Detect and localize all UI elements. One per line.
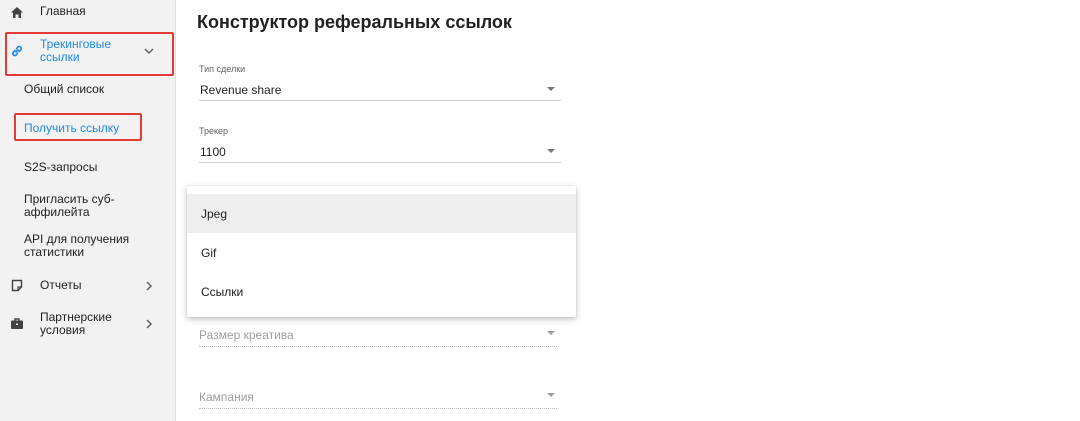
menu-option-gif[interactable]: Gif: [187, 233, 576, 272]
sidebar-item-tracking-links[interactable]: Трекинговые ссылки: [0, 34, 176, 74]
dropdown-arrow-icon: [547, 149, 555, 153]
deal-type-select[interactable]: Тип сделки Revenue share: [199, 62, 561, 102]
main-content: Конструктор реферальных ссылок Тип сделк…: [177, 0, 1080, 421]
chevron-right-icon: [143, 279, 155, 291]
creative-size-placeholder[interactable]: Размер креатива: [199, 328, 294, 342]
sidebar-subitem-invite-subaffiliate[interactable]: Пригласить суб-аффилейта: [24, 193, 134, 219]
home-icon: [10, 5, 24, 19]
sidebar-item-label: Трекинговые ссылки: [40, 37, 112, 64]
deal-type-label: Тип сделки: [199, 64, 246, 74]
tracker-select[interactable]: Трекер 1100: [199, 124, 561, 164]
sidebar-subitem-s2s[interactable]: S2S-запросы: [24, 161, 97, 174]
sidebar-subitem-api-stats[interactable]: API для получения статистики: [24, 233, 144, 259]
dropdown-arrow-icon: [547, 393, 555, 397]
campaign-placeholder[interactable]: Кампания: [199, 390, 254, 404]
menu-option-jpeg[interactable]: Jpeg: [187, 194, 576, 233]
briefcase-icon: [10, 316, 24, 330]
menu-option-links[interactable]: Ссылки: [187, 272, 576, 311]
sidebar-subitem-general-list[interactable]: Общий список: [24, 83, 104, 96]
dropdown-arrow-icon: [547, 87, 555, 91]
field-underline: [199, 408, 557, 409]
sidebar: Главная Трекинговые ссылки Общий список …: [0, 0, 176, 421]
report-icon: [10, 278, 24, 292]
page-title: Конструктор реферальных ссылок: [197, 12, 512, 32]
sidebar-item-home[interactable]: Главная: [0, 4, 176, 20]
field-underline: [199, 162, 561, 163]
sidebar-item-label: Главная: [40, 4, 86, 18]
sidebar-item-label: Отчеты: [40, 278, 82, 292]
creative-type-dropdown-menu: Jpeg Gif Ссылки: [187, 186, 576, 317]
deal-type-value: Revenue share: [200, 83, 282, 97]
sidebar-item-label: Партнерские условия: [40, 310, 112, 337]
tracker-value: 1100: [200, 145, 226, 159]
tracker-label: Трекер: [199, 126, 229, 136]
link-icon: [10, 44, 24, 58]
field-underline: [199, 346, 557, 347]
field-underline: [199, 100, 561, 101]
sidebar-subitem-get-link[interactable]: Получить ссылку: [24, 122, 119, 135]
chevron-down-icon: [143, 44, 155, 56]
sidebar-item-partner-terms[interactable]: Партнерские условия: [0, 308, 176, 338]
chevron-right-icon: [143, 317, 155, 329]
dropdown-arrow-icon: [547, 331, 555, 335]
sidebar-item-reports[interactable]: Отчеты: [0, 276, 176, 294]
